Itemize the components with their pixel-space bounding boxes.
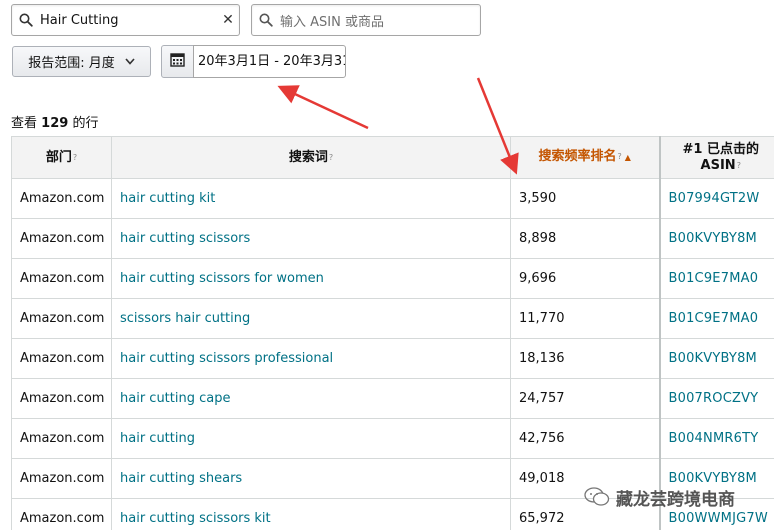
- row-asin-link[interactable]: B00KVYBY8M: [658, 338, 774, 379]
- row-asin-link[interactable]: B07994GT2W: [658, 178, 774, 219]
- header-top-clicked-asin[interactable]: #1 已点击的 ASIN?: [658, 136, 774, 179]
- help-icon: ?: [72, 152, 78, 162]
- row-asin-link[interactable]: B007ROCZVY: [658, 378, 774, 419]
- row-search-term-link[interactable]: hair cutting kit: [111, 178, 511, 219]
- row-search-term-link[interactable]: hair cutting scissors for women: [111, 258, 511, 299]
- row-count-number: 129: [41, 116, 69, 131]
- table-row: Amazon.com hair cutting scissors 8,898 B00K…: [11, 218, 774, 259]
- row-search-frequency-rank: 11,770: [510, 298, 660, 339]
- row-search-term-link[interactable]: hair cutting scissors kit: [111, 498, 511, 530]
- search-terms-table: 部门? 搜索词? 搜索频率排名? ▲ #1 已点击的 ASIN? Amazon.c…: [11, 136, 774, 530]
- row-search-frequency-rank: 18,136: [510, 338, 660, 379]
- row-asin-link[interactable]: B00KVYBY8M: [658, 218, 774, 259]
- header-department[interactable]: 部门?: [11, 136, 112, 179]
- row-asin-link[interactable]: B00WWMJG7W: [658, 498, 774, 530]
- search-icon: [252, 13, 280, 27]
- date-range-field[interactable]: 20年3月1日 - 20年3月31日: [193, 45, 346, 78]
- keyword-search-value[interactable]: Hair Cutting: [40, 13, 217, 28]
- help-icon: ?: [617, 152, 622, 161]
- row-asin-link[interactable]: B00KVYBY8M: [658, 458, 774, 499]
- row-department: Amazon.com: [11, 298, 112, 339]
- row-search-frequency-rank: 49,018: [510, 458, 660, 499]
- row-search-term-link[interactable]: hair cutting scissors: [111, 218, 511, 259]
- row-search-term-link[interactable]: scissors hair cutting: [111, 298, 511, 339]
- chevron-down-icon: [125, 54, 135, 69]
- row-search-frequency-rank: 3,590: [510, 178, 660, 219]
- help-icon: ?: [736, 160, 741, 170]
- calendar-icon: [170, 52, 185, 71]
- row-count-suffix: 的行: [72, 116, 99, 131]
- row-asin-link[interactable]: B01C9E7MA0: [658, 258, 774, 299]
- annotation-arrow-date: [277, 85, 369, 130]
- clear-search-icon[interactable]: ✕: [217, 12, 239, 28]
- row-department: Amazon.com: [11, 498, 112, 530]
- table-row: Amazon.com hair cutting cape 24,757 B007ROC…: [11, 378, 774, 419]
- table-row: Amazon.com scissors hair cutting 11,770 B01…: [11, 298, 774, 339]
- row-count: 查看 129 的行: [11, 112, 98, 131]
- search-icon: [12, 13, 40, 27]
- table-row: Amazon.com hair cutting 42,756 B004NMR6TY: [11, 418, 774, 459]
- table-row: Amazon.com hair cutting scissors for wome…: [11, 258, 774, 299]
- row-department: Amazon.com: [11, 218, 112, 259]
- row-search-term-link[interactable]: hair cutting shears: [111, 458, 511, 499]
- calendar-button[interactable]: [161, 45, 194, 78]
- table-row: Amazon.com hair cutting kit 3,590 B07994GT2…: [11, 178, 774, 219]
- row-search-term-link[interactable]: hair cutting cape: [111, 378, 511, 419]
- row-department: Amazon.com: [11, 458, 112, 499]
- row-department: Amazon.com: [11, 258, 112, 299]
- row-search-frequency-rank: 42,756: [510, 418, 660, 459]
- row-search-frequency-rank: 65,972: [510, 498, 660, 530]
- row-search-frequency-rank: 24,757: [510, 378, 660, 419]
- row-department: Amazon.com: [11, 178, 112, 219]
- row-asin-link[interactable]: B004NMR6TY: [658, 418, 774, 459]
- header-search-term[interactable]: 搜索词?: [111, 136, 511, 179]
- report-range-label: 报告范围: 月度: [28, 56, 115, 71]
- table-row: Amazon.com hair cutting shears 49,018 B00KV…: [11, 458, 774, 499]
- table-header-row: 部门? 搜索词? 搜索频率排名? ▲ #1 已点击的 ASIN?: [11, 136, 774, 179]
- table-row: Amazon.com hair cutting scissors professi…: [11, 338, 774, 379]
- row-department: Amazon.com: [11, 338, 112, 379]
- row-search-frequency-rank: 8,898: [510, 218, 660, 259]
- table-row: Amazon.com hair cutting scissors kit 65,97…: [11, 498, 774, 530]
- row-department: Amazon.com: [11, 378, 112, 419]
- sort-ascending-icon: ▲: [624, 153, 631, 162]
- report-range-dropdown[interactable]: 报告范围: 月度: [12, 46, 151, 77]
- row-search-term-link[interactable]: hair cutting scissors professional: [111, 338, 511, 379]
- row-search-term-link[interactable]: hair cutting: [111, 418, 511, 459]
- row-department: Amazon.com: [11, 418, 112, 459]
- keyword-search-input[interactable]: Hair Cutting ✕: [11, 4, 240, 36]
- row-search-frequency-rank: 9,696: [510, 258, 660, 299]
- row-asin-link[interactable]: B01C9E7MA0: [658, 298, 774, 339]
- asin-search-input[interactable]: 输入 ASIN 或商品: [251, 4, 481, 36]
- help-icon: ?: [328, 152, 334, 162]
- row-count-prefix: 查看: [11, 116, 38, 131]
- asin-search-placeholder: 输入 ASIN 或商品: [280, 14, 384, 30]
- header-search-frequency-rank[interactable]: 搜索频率排名? ▲: [510, 136, 660, 179]
